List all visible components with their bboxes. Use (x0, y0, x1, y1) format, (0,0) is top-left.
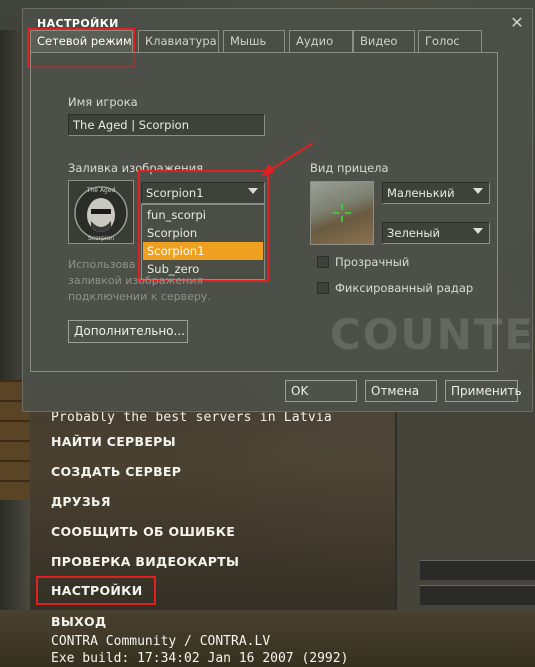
menu-item-check-video-card[interactable]: ПРОВЕРКА ВИДЕОКАРТЫ (51, 554, 239, 569)
background-beam (420, 585, 535, 605)
dialog-title: НАСТРОЙКИ (37, 17, 119, 30)
menu-item-create-server[interactable]: СОЗДАТЬ СЕРВЕР (51, 464, 181, 479)
spray-dropdown-list: fun_scorpi Scorpion Scorpion1 Sub_zero (141, 204, 265, 280)
close-icon: ✕ (510, 13, 524, 32)
crosshair-color-value: Зеленый (387, 226, 440, 240)
menu-item-friends[interactable]: ДРУЗЬЯ (51, 494, 111, 509)
chevron-down-icon (473, 228, 483, 234)
close-button[interactable]: ✕ (509, 15, 525, 31)
transparent-checkbox[interactable] (317, 256, 329, 268)
fixed-radar-checkbox[interactable] (317, 282, 329, 294)
transparent-label: Прозрачный (335, 255, 410, 269)
spray-hint-line1: Использова (68, 258, 136, 271)
footer-build: Exe build: 17:34:02 Jan 16 2007 (2992) (51, 651, 349, 666)
fixed-radar-label: Фиксированный радар (335, 281, 474, 295)
spray-label: Заливка изображения (68, 161, 204, 175)
spray-option-highlighted[interactable]: Scorpion1 (143, 242, 263, 260)
crosshair-color-select[interactable]: Зеленый (382, 222, 490, 244)
spray-select[interactable]: Scorpion1 (141, 182, 265, 204)
spray-hint-line3: подключении к серверу. (68, 290, 211, 303)
crosshair-size-value: Маленький (387, 186, 455, 200)
tab-video[interactable]: Видео (353, 30, 415, 52)
menu-item-report-bug[interactable]: СООБЩИТЬ ОБ ОШИБКЕ (51, 524, 235, 539)
background-beam (420, 560, 535, 580)
spray-preview: The Aged Scorpion (68, 180, 134, 244)
spray-logo-text-bottom: Scorpion (88, 235, 114, 242)
counter-watermark: COUNTER (330, 310, 535, 359)
menu-item-exit[interactable]: ВЫХОД (51, 614, 106, 629)
chevron-down-icon (248, 188, 258, 194)
footer-community: CONTRA Community / CONTRA.LV (51, 634, 271, 649)
menu-tagline: Probably the best servers in Latvia (51, 410, 332, 425)
cancel-button[interactable]: Отмена (365, 380, 437, 402)
menu-item-find-servers[interactable]: НАЙТИ СЕРВЕРЫ (51, 434, 176, 449)
crosshair-label: Вид прицела (310, 161, 389, 175)
apply-button[interactable]: Применить (445, 380, 522, 402)
tab-voice[interactable]: Голос (418, 30, 482, 52)
chevron-down-icon (473, 188, 483, 194)
player-name-input[interactable]: The Aged | Scorpion (68, 114, 265, 136)
tab-audio[interactable]: Аудио (289, 30, 353, 52)
spray-image: The Aged Scorpion (74, 186, 128, 242)
ok-button[interactable]: OK (285, 380, 357, 402)
tab-mouse[interactable]: Мышь (223, 30, 285, 52)
spray-option[interactable]: Scorpion (143, 224, 263, 242)
tab-network[interactable]: Сетевой режим (30, 30, 133, 52)
crosshair-preview (310, 181, 374, 245)
player-name-label: Имя игрока (68, 95, 138, 109)
tab-keyboard[interactable]: Клавиатура (138, 30, 219, 52)
spray-select-value: Scorpion1 (146, 186, 204, 200)
advanced-button[interactable]: Дополнительно... (68, 320, 188, 343)
crosshair-size-select[interactable]: Маленький (382, 182, 490, 204)
crosshair-icon (333, 204, 351, 222)
menu-item-settings[interactable]: НАСТРОЙКИ (35, 576, 157, 605)
annotation-arrow (261, 142, 314, 177)
spray-hint-line2: заливкой изображения (68, 274, 204, 287)
spray-logo-text-top: The Aged (86, 187, 116, 194)
spray-option[interactable]: fun_scorpi (143, 206, 263, 224)
